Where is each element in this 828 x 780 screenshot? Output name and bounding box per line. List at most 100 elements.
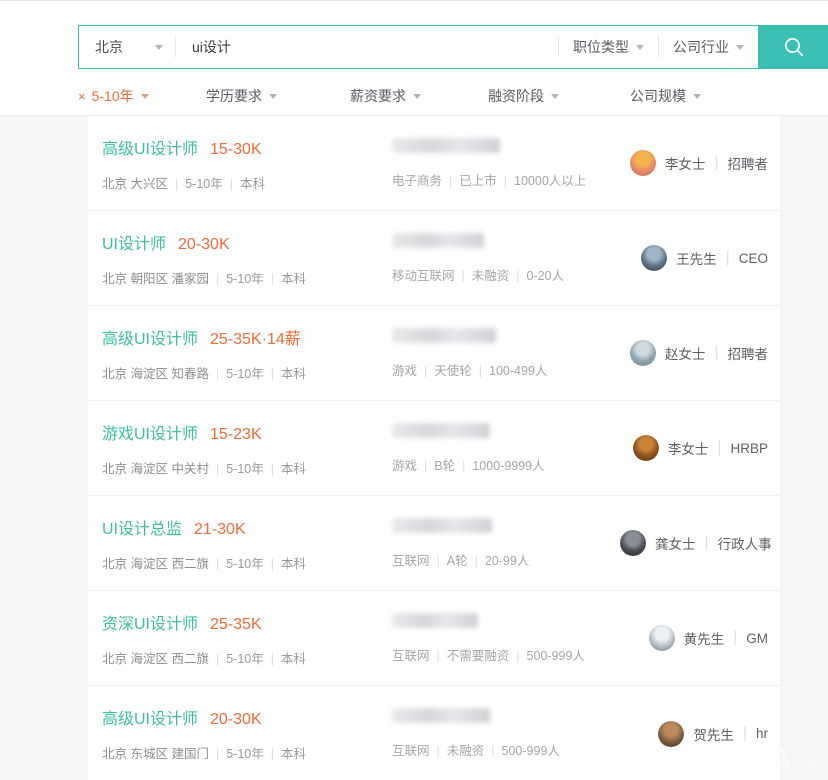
company-funding-stage: 未融资 (446, 744, 485, 758)
company-name[interactable] (392, 422, 490, 438)
company-meta: 互联网 | A轮 | 20-99人 (392, 550, 620, 569)
job-title[interactable]: 高级UI设计师 (102, 705, 198, 729)
job-list-item[interactable]: 高级UI设计师 25-35K·14薪 北京 海淀区 知春路 | 5-10年 | 本科 游戏 | 天… (88, 306, 780, 401)
recruiter-info[interactable]: 李女士 | 招聘者 (620, 150, 768, 176)
job-summary: 游戏UI设计师 15-23K 北京 海淀区 中关村 | 5-10年 | 本科 (102, 420, 392, 477)
job-type-selector[interactable]: 职位类型 (559, 26, 658, 68)
job-salary: 15-30K (210, 140, 262, 158)
filter-funding-stage[interactable]: 融资阶段 (488, 86, 630, 106)
search-header: 北京 职位类型 公司行业 (0, 0, 828, 116)
divider: | (270, 651, 274, 666)
company-funding-stage: A轮 (446, 553, 468, 568)
job-summary: 高级UI设计师 20-30K 北京 东城区 建国门 | 5-10年 | 本科 (102, 705, 392, 762)
job-salary: 21-30K (194, 520, 246, 538)
job-title-line: UI设计总监 21-30K (102, 515, 392, 539)
avatar (629, 150, 656, 176)
job-list-item[interactable]: UI设计总监 21-30K 北京 海淀区 西二旗 | 5-10年 | 本科 互联网 | A轮 | 20… (88, 496, 780, 591)
close-icon[interactable]: × (78, 89, 86, 104)
divider: | (270, 366, 274, 381)
recruiter-name: 龚女士 (655, 537, 696, 552)
divider: | (215, 747, 220, 761)
company-summary: 移动互联网 | 未融资 | 0-20人 (392, 232, 620, 284)
job-title[interactable]: 高级UI设计师 (102, 325, 198, 349)
company-size: 20-99人 (484, 553, 530, 568)
city-selector[interactable]: 北京 (79, 26, 175, 68)
job-title[interactable]: UI设计总监 (102, 515, 182, 539)
filter-education-label: 学历要求 (206, 88, 262, 104)
recruiter-info[interactable]: 赵女士 | 招聘者 (620, 340, 768, 366)
filter-experience[interactable]: × 5-10年 (78, 86, 206, 106)
job-location: 北京 朝阳区 潘家园 (102, 271, 209, 286)
company-size: 1000-9999人 (472, 458, 545, 473)
company-name[interactable] (392, 517, 492, 533)
recruiter-info[interactable]: 李女士 | HRBP (620, 435, 768, 461)
avatar (641, 245, 668, 271)
chevron-down-icon (413, 93, 421, 99)
recruiter-info[interactable]: 贺先生 | hr (620, 720, 768, 747)
company-industry: 互联网 (392, 744, 430, 758)
chevron-down-icon (736, 44, 744, 50)
divider: | (270, 556, 274, 571)
recruiter-info[interactable]: 黄先生 | GM (620, 625, 768, 651)
divider: | (516, 268, 520, 283)
job-list-item[interactable]: 游戏UI设计师 15-23K 北京 海淀区 中关村 | 5-10年 | 本科 游戏 | B轮 | 10… (88, 401, 780, 496)
company-size: 100-499人 (489, 363, 548, 378)
chevron-down-icon (636, 44, 644, 50)
company-industry: 互联网 (392, 553, 430, 568)
job-list-item[interactable]: 资深UI设计师 25-35K 北京 海淀区 西二旗 | 5-10年 | 本科 互联网 | 不需要融… (88, 591, 780, 686)
divider: | (461, 268, 465, 283)
job-location: 北京 海淀区 知春路 (102, 366, 209, 381)
divider: | (717, 439, 722, 456)
company-funding-stage: 天使轮 (434, 363, 472, 378)
industry-label: 公司行业 (673, 39, 729, 55)
job-summary: 资深UI设计师 25-35K 北京 海淀区 西二旗 | 5-10年 | 本科 (102, 610, 392, 667)
watermark-sub: 教育 (792, 755, 820, 771)
filter-education[interactable]: 学历要求 (206, 86, 350, 106)
avatar-image (641, 245, 668, 271)
company-meta: 互联网 | 未融资 | 500-999人 (392, 740, 620, 759)
divider: | (704, 534, 709, 551)
divider: | (474, 553, 478, 568)
company-meta: 电子商务 | 已上市 | 10000人以上 (392, 170, 620, 189)
search-button[interactable] (758, 25, 828, 69)
divider: | (436, 553, 440, 568)
company-name[interactable] (392, 137, 500, 153)
company-name[interactable] (392, 327, 496, 343)
company-funding-stage: 已上市 (459, 173, 497, 188)
company-industry: 移动互联网 (392, 268, 455, 283)
job-list-item[interactable]: UI设计师 20-30K 北京 朝阳区 潘家园 | 5-10年 | 本科 移动互联网 | 未融资 |… (88, 211, 780, 306)
company-name[interactable] (392, 612, 478, 628)
job-title[interactable]: 游戏UI设计师 (102, 420, 198, 444)
recruiter-role: 行政人事 (717, 537, 772, 552)
chevron-down-icon (693, 93, 701, 99)
filter-salary[interactable]: 薪资要求 (350, 86, 488, 106)
job-education: 本科 (280, 651, 306, 666)
recruiter-name: 李女士 (664, 157, 706, 172)
job-location: 北京 海淀区 西二旗 (102, 651, 209, 666)
company-summary: 游戏 | 天使轮 | 100-499人 (392, 327, 620, 379)
job-title[interactable]: UI设计师 (102, 230, 166, 254)
job-list-item[interactable]: 高级UI设计师 15-30K 北京 大兴区 | 5-10年 | 本科 电子商务 | 已上市 | 100… (88, 116, 780, 211)
job-title[interactable]: 资深UI设计师 (102, 610, 198, 634)
filter-company-size[interactable]: 公司规模 (630, 86, 701, 106)
company-name[interactable] (392, 708, 490, 723)
divider: | (516, 648, 520, 663)
job-education: 本科 (280, 366, 306, 381)
divider: | (424, 458, 428, 473)
company-name[interactable] (392, 232, 484, 248)
company-meta: 移动互联网 | 未融资 | 0-20人 (392, 265, 620, 284)
company-summary: 互联网 | 不需要融资 | 500-999人 (392, 612, 620, 664)
job-experience: 5-10年 (226, 556, 264, 571)
divider: | (174, 176, 179, 191)
recruiter-role: HRBP (730, 440, 768, 456)
divider: | (215, 651, 220, 666)
search-input[interactable] (176, 26, 558, 68)
avatar-image (648, 625, 675, 651)
job-title[interactable]: 高级UI设计师 (102, 135, 198, 159)
recruiter-info[interactable]: 王先生 | CEO (620, 245, 768, 271)
job-education: 本科 (240, 176, 266, 191)
industry-selector[interactable]: 公司行业 (659, 26, 758, 68)
recruiter-info[interactable]: 龚女士 | 行政人事 (620, 530, 772, 556)
company-summary: 游戏 | B轮 | 1000-9999人 (392, 422, 620, 474)
divider: | (478, 363, 483, 378)
